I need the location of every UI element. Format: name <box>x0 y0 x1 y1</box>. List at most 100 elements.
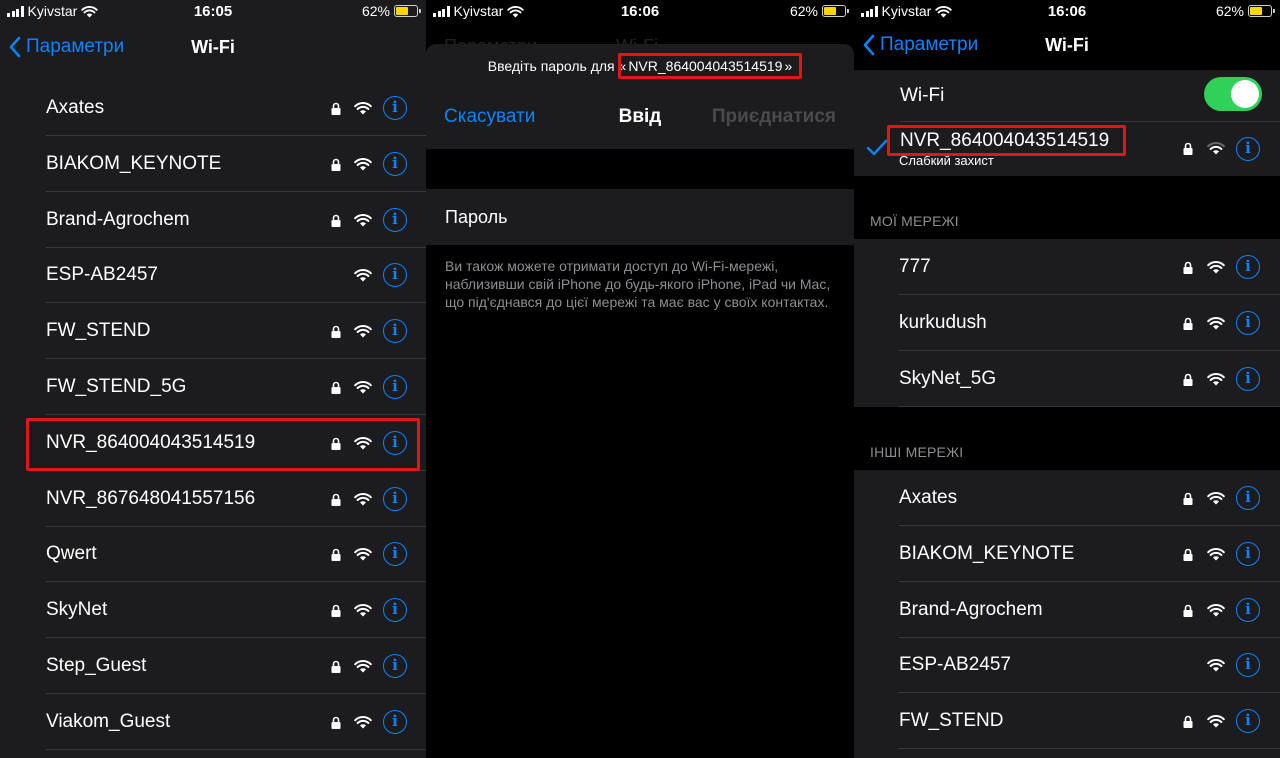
network-name: BIAKOM_KEYNOTE <box>899 542 1075 564</box>
wifi-icon <box>354 492 372 506</box>
info-icon[interactable]: i <box>383 96 407 120</box>
network-name: NVR_867648041557156 <box>46 487 256 509</box>
network-row[interactable]: Axates i <box>0 80 426 136</box>
network-row[interactable]: ESP-AB2457 i <box>854 637 1280 694</box>
battery-icon <box>394 5 421 17</box>
lock-icon <box>331 214 341 227</box>
network-row[interactable]: kurkudush i <box>854 295 1280 351</box>
lock-icon <box>1183 492 1193 505</box>
wifi-icon <box>1207 492 1225 505</box>
info-icon[interactable]: i <box>383 151 407 176</box>
lock-icon <box>1183 604 1193 617</box>
info-icon[interactable]: i <box>383 375 407 399</box>
other-networks-group: Axates i BIAKOM_KEYNOTE i Brand-Agrochem i ESP… <box>854 470 1280 758</box>
network-row[interactable]: FW_STEND_5G i <box>0 359 426 415</box>
info-icon[interactable]: i <box>1236 709 1260 734</box>
info-icon[interactable]: i <box>383 654 407 678</box>
info-icon[interactable]: i <box>383 709 407 734</box>
info-icon[interactable]: i <box>1236 367 1260 391</box>
network-row[interactable]: 777 i <box>854 239 1280 295</box>
status-bar: Kyivstar 16:06 62% <box>426 0 854 24</box>
network-row[interactable]: Brand-Agrochem i <box>0 192 426 248</box>
lock-icon <box>1183 715 1193 729</box>
toggle-knob <box>1231 80 1259 108</box>
network-name: Qwert <box>46 543 97 565</box>
highlight-box <box>618 53 802 79</box>
row-separator <box>46 748 426 750</box>
network-row[interactable]: ESP-AB2457 i <box>0 247 426 304</box>
network-row[interactable]: NVR_867648041557156 i <box>0 471 426 527</box>
info-icon[interactable]: i <box>383 598 407 623</box>
info-icon[interactable]: i <box>383 542 407 567</box>
network-name: FW_STEND_5G <box>46 376 187 397</box>
lock-icon <box>331 381 341 394</box>
lock-icon <box>1183 317 1193 330</box>
network-name: 777 <box>899 256 931 277</box>
info-icon[interactable]: i <box>383 263 407 288</box>
battery-percent: 62% <box>789 3 818 19</box>
wifi-icon <box>354 604 372 617</box>
lock-icon <box>1183 261 1193 274</box>
wifi-toggle[interactable] <box>1204 77 1262 111</box>
password-share-note: Ви також можете отримати доступ до Wi-Fi… <box>445 258 831 310</box>
network-name: SkyNet <box>46 599 108 621</box>
row-separator <box>899 406 1280 407</box>
navigation-bar: Параметри Wi-Fi <box>854 22 1280 72</box>
lock-icon <box>331 493 341 506</box>
battery-icon <box>1248 5 1275 17</box>
network-row[interactable]: BIAKOM_KEYNOTE i <box>0 136 426 192</box>
other-networks-header: ІНШІ МЕРЕЖІ <box>870 444 964 460</box>
network-row[interactable]: FW_STEND i <box>854 693 1280 750</box>
network-name: BIAKOM_KEYNOTE <box>46 152 222 174</box>
network-row[interactable]: Qwert i <box>0 526 426 583</box>
lock-icon <box>331 660 341 673</box>
wifi-icon <box>354 157 372 171</box>
network-row[interactable]: FW_STEND i <box>0 303 426 360</box>
lock-icon <box>331 549 341 562</box>
info-icon[interactable]: i <box>383 319 407 344</box>
network-name: Brand-Agrochem <box>46 208 190 230</box>
info-icon[interactable]: i <box>1236 541 1260 566</box>
highlight-box <box>26 418 420 471</box>
network-row[interactable]: SkyNet i <box>0 582 426 639</box>
sheet-body: Пароль Ви також можете отримати доступ д… <box>426 149 854 758</box>
wifi-icon <box>1207 373 1225 386</box>
page-title: Wi-Fi <box>1045 35 1089 55</box>
info-icon[interactable]: i <box>1236 597 1260 622</box>
wifi-icon <box>1207 715 1225 728</box>
network-row[interactable]: Viakom_Guest i <box>0 694 426 750</box>
battery-icon <box>822 5 849 17</box>
my-networks-group: 777 i kurkudush i SkyNet_5G i <box>854 239 1280 407</box>
my-networks-header: МОЇ МЕРЕЖІ <box>870 213 959 229</box>
info-icon[interactable]: i <box>1236 255 1260 279</box>
wifi-icon <box>354 102 372 115</box>
info-icon[interactable]: i <box>383 207 407 232</box>
wifi-icon <box>354 381 372 394</box>
network-row[interactable]: Step_Guest i <box>0 638 426 694</box>
lock-icon <box>331 716 341 729</box>
info-icon[interactable]: i <box>1236 653 1260 678</box>
info-icon[interactable]: i <box>1236 486 1260 510</box>
network-name: Step_Guest <box>46 655 147 676</box>
highlight-box <box>887 125 1126 156</box>
wifi-icon <box>1207 547 1225 561</box>
network-name: Axates <box>899 487 958 508</box>
info-icon[interactable]: i <box>1236 137 1260 161</box>
network-row[interactable]: Axates i <box>854 470 1280 526</box>
network-row[interactable]: Brand-Agrochem i <box>854 582 1280 638</box>
wifi-icon <box>1207 659 1225 672</box>
join-button[interactable]: Приєднатися <box>712 106 836 128</box>
network-row[interactable]: BIAKOM_KEYNOTE i <box>854 526 1280 582</box>
info-icon[interactable]: i <box>383 486 407 511</box>
password-entry-screen: Kyivstar 16:06 62% Параметри Wi-Fi Введі… <box>426 0 854 758</box>
info-icon[interactable]: i <box>1236 311 1260 335</box>
prompt-prefix: Введіть пароль для « <box>487 58 627 74</box>
wifi-label: Wi-Fi <box>900 85 945 106</box>
network-name: FW_STEND <box>899 710 1004 732</box>
password-field[interactable]: Пароль <box>426 189 854 245</box>
network-row[interactable]: SkyNet_5G i <box>854 351 1280 407</box>
lock-icon <box>331 158 341 171</box>
wifi-icon <box>1207 603 1225 617</box>
battery-indicator: 62% <box>789 3 849 19</box>
wifi-toggle-row: Wi-Fi <box>854 70 1280 122</box>
